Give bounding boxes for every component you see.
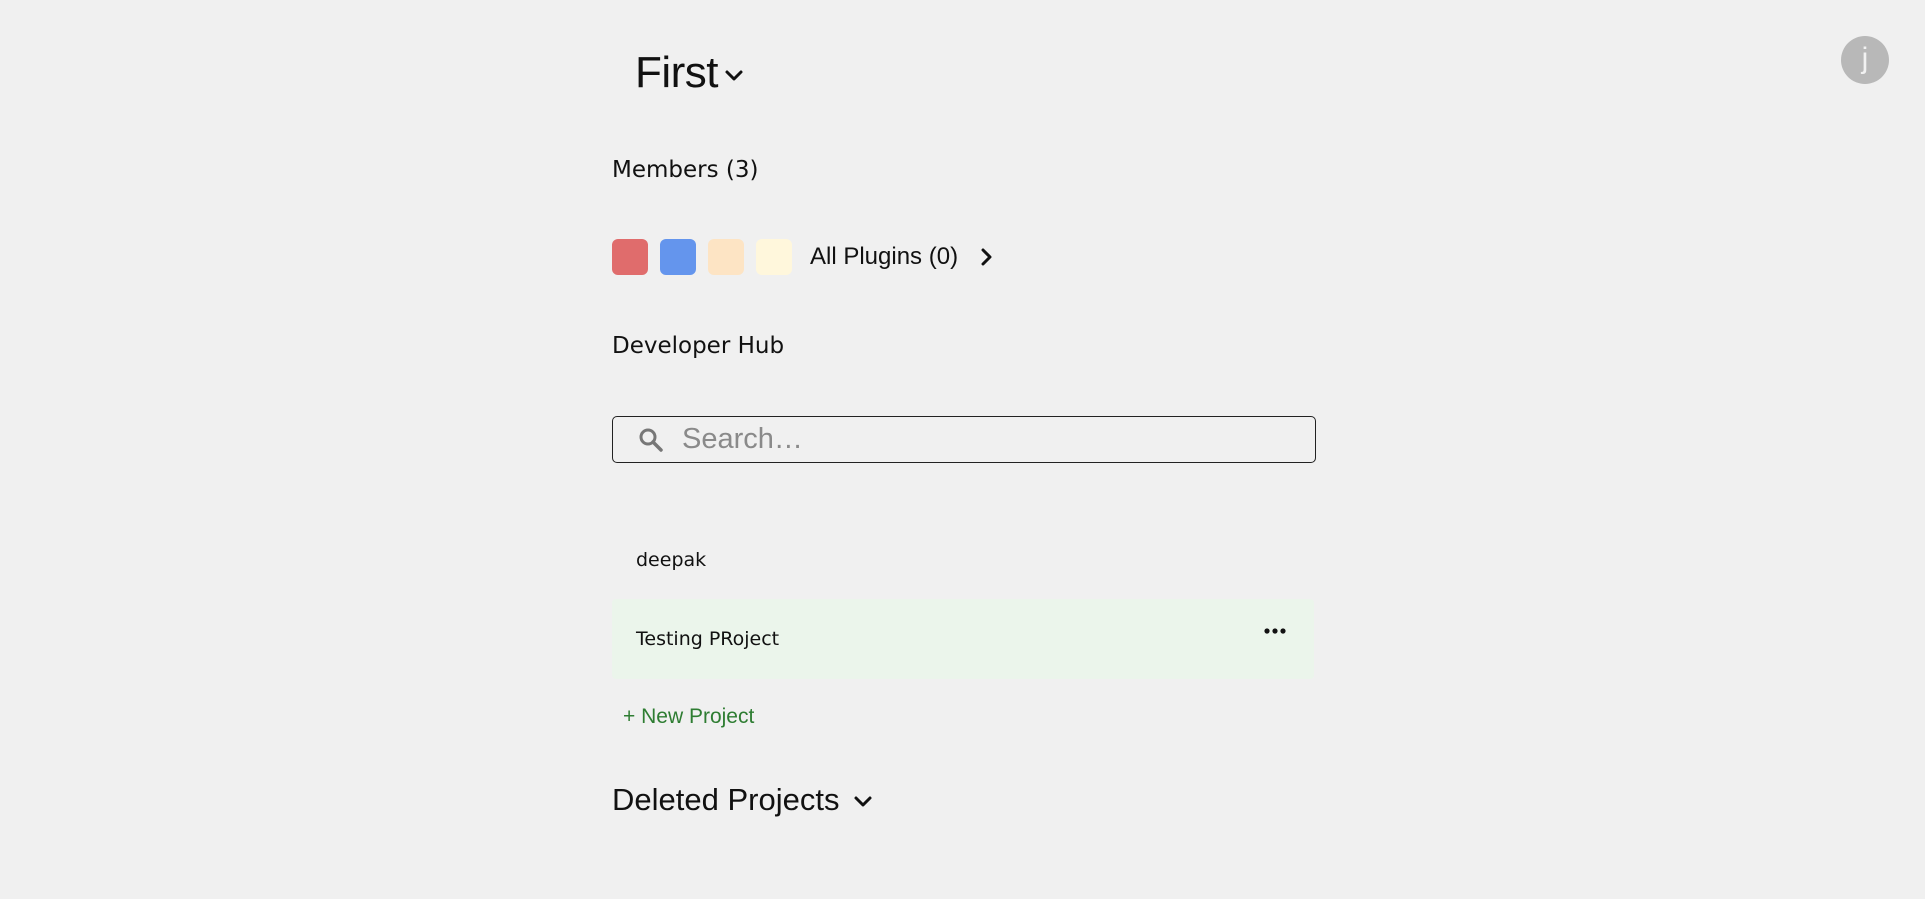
more-horizontal-icon[interactable] xyxy=(1264,627,1286,635)
project-name: Testing PRoject xyxy=(636,628,780,650)
user-avatar[interactable]: j xyxy=(1841,36,1889,84)
chevron-right-icon[interactable] xyxy=(980,247,994,267)
plugins-row: All Plugins (0) xyxy=(612,239,994,275)
workspace-switcher[interactable]: First xyxy=(635,48,744,98)
plugin-swatch xyxy=(708,239,744,275)
deleted-projects-heading: Deleted Projects xyxy=(612,782,840,817)
avatar-initial: j xyxy=(1861,42,1869,75)
workspace-title: First xyxy=(635,48,719,97)
plugin-swatch xyxy=(612,239,648,275)
deleted-projects-toggle[interactable]: Deleted Projects xyxy=(612,780,873,820)
project-row[interactable]: deepak xyxy=(612,520,1314,600)
plugin-swatch xyxy=(756,239,792,275)
chevron-down-icon xyxy=(853,795,873,809)
app-page: j First Members (3) All Plugins (0) Deve… xyxy=(0,0,1925,899)
project-name: deepak xyxy=(636,549,707,571)
project-row[interactable]: Testing PRoject xyxy=(612,599,1314,679)
developer-hub-heading: Developer Hub xyxy=(612,333,785,359)
new-project-button[interactable]: + New Project xyxy=(623,703,754,731)
members-heading[interactable]: Members (3) xyxy=(612,155,758,185)
all-plugins-link[interactable]: All Plugins (0) xyxy=(810,239,958,275)
search-box xyxy=(612,416,1316,463)
search-input[interactable] xyxy=(682,423,1282,456)
chevron-down-icon xyxy=(724,69,744,83)
plugin-swatch xyxy=(660,239,696,275)
search-icon xyxy=(638,427,664,453)
